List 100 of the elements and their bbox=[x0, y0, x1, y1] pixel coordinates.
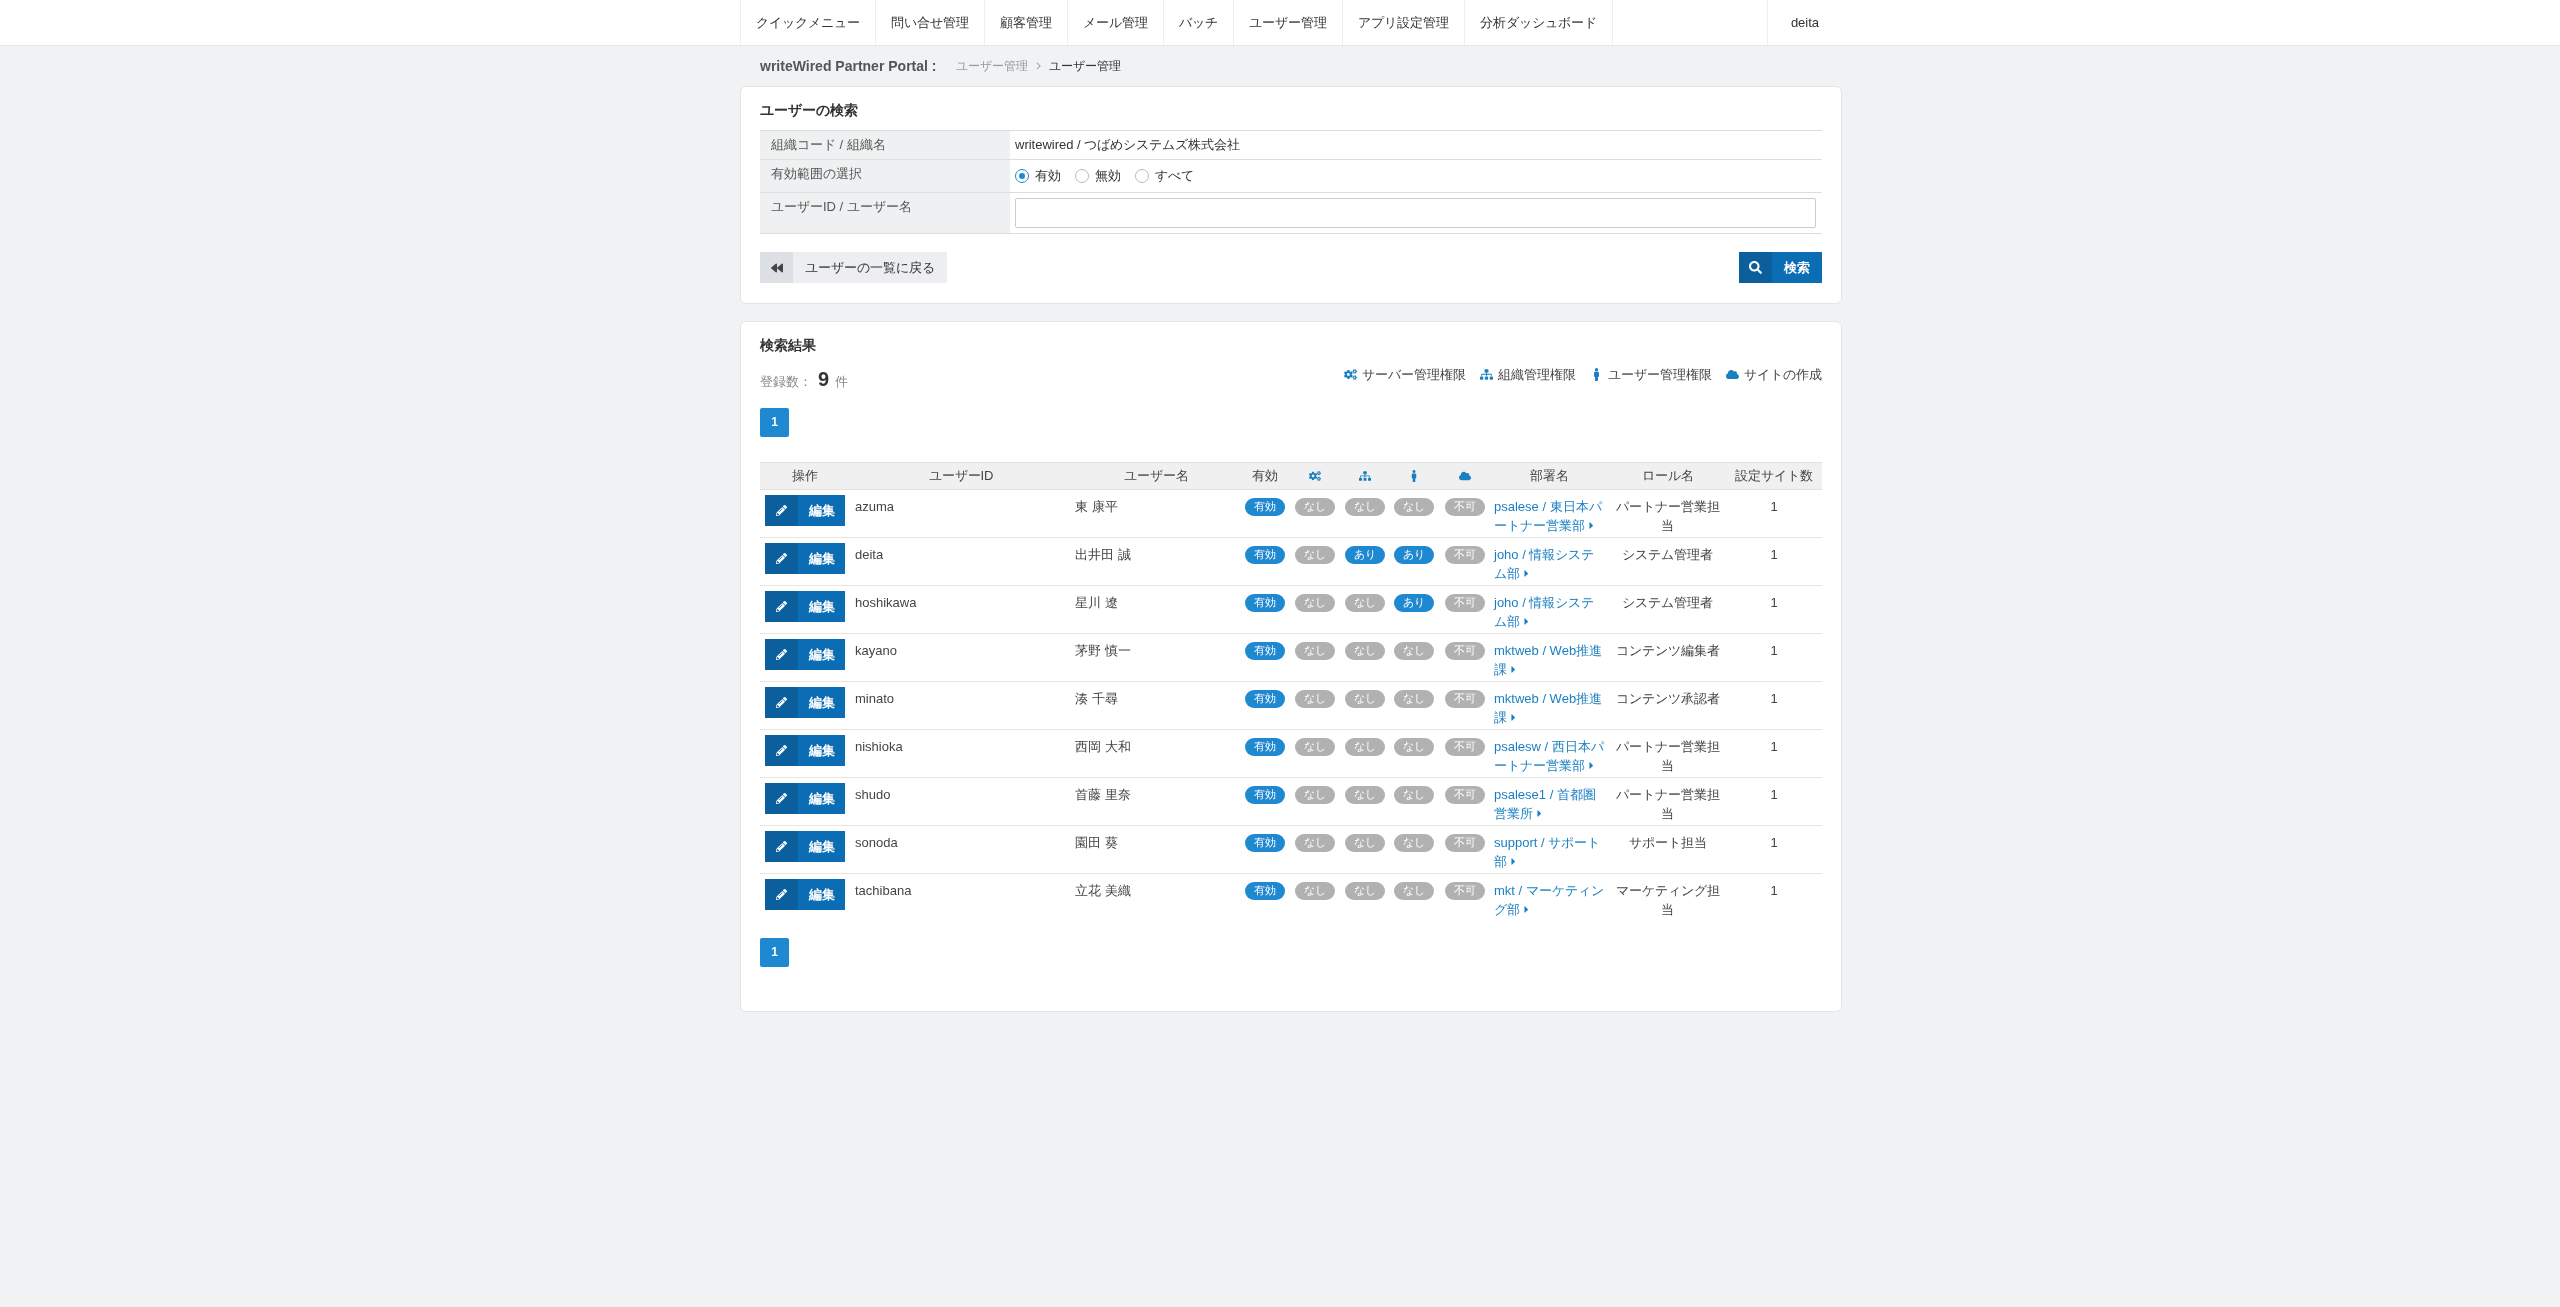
status-badge: なし bbox=[1394, 833, 1434, 852]
department-link[interactable]: mktweb / Web推進課 bbox=[1494, 688, 1604, 727]
user-name: 園田 葵 bbox=[1075, 834, 1118, 850]
field-label: ユーザーID / ユーザー名 bbox=[760, 193, 1010, 233]
search-button[interactable]: 検索 bbox=[1739, 252, 1822, 283]
status-badge: 不可 bbox=[1444, 785, 1485, 804]
nav-item[interactable]: クイックメニュー bbox=[740, 0, 875, 45]
status-badge: 不可 bbox=[1444, 833, 1485, 852]
site-count: 1 bbox=[1770, 546, 1778, 562]
department-link[interactable]: mktweb / Web推進課 bbox=[1494, 640, 1604, 679]
column-header: 設定サイト数 bbox=[1734, 466, 1814, 485]
legend-label: 組織管理権限 bbox=[1498, 365, 1576, 384]
breadcrumb-current[interactable]: ユーザー管理 bbox=[1049, 57, 1122, 75]
search-icon bbox=[1749, 261, 1762, 274]
role-name: コンテンツ編集者 bbox=[1614, 641, 1721, 660]
status-badge: 有効 bbox=[1244, 593, 1285, 612]
radio-option[interactable]: 有効 bbox=[1015, 167, 1061, 185]
column-header: ユーザーID bbox=[927, 466, 995, 485]
page-button[interactable]: 1 bbox=[760, 407, 789, 437]
edit-button[interactable]: 編集 bbox=[765, 878, 845, 910]
cloud-icon bbox=[1458, 469, 1471, 482]
radio-option[interactable]: すべて bbox=[1135, 167, 1194, 185]
status-badge: なし bbox=[1294, 833, 1335, 852]
user-name: 星川 遼 bbox=[1075, 594, 1118, 610]
status-badge: なし bbox=[1344, 497, 1385, 516]
department-link[interactable]: support / サポート部 bbox=[1494, 832, 1604, 871]
department-link[interactable]: joho / 情報システム部 bbox=[1494, 544, 1604, 583]
edit-button[interactable]: 編集 bbox=[765, 494, 845, 526]
nav-item[interactable]: 問い合せ管理 bbox=[875, 0, 984, 45]
status-badge: なし bbox=[1344, 737, 1385, 756]
status-badge: 不可 bbox=[1444, 497, 1485, 516]
edit-button[interactable]: 編集 bbox=[765, 782, 845, 814]
sitemap-icon bbox=[1480, 367, 1493, 381]
pencil-icon bbox=[776, 744, 787, 756]
radio-option[interactable]: 無効 bbox=[1075, 167, 1121, 185]
status-badge: あり bbox=[1394, 545, 1434, 564]
status-badge: 有効 bbox=[1244, 833, 1285, 852]
edit-button[interactable]: 編集 bbox=[765, 542, 845, 574]
edit-button[interactable]: 編集 bbox=[765, 590, 845, 622]
status-badge: 有効 bbox=[1244, 497, 1285, 516]
pencil-icon bbox=[776, 504, 787, 516]
status-badge: なし bbox=[1294, 593, 1335, 612]
user-name: 首藤 里奈 bbox=[1075, 786, 1131, 802]
department-link[interactable]: psalesw / 西日本パートナー営業部 bbox=[1494, 736, 1604, 775]
status-badge: なし bbox=[1344, 593, 1385, 612]
nav-item[interactable]: アプリ設定管理 bbox=[1342, 0, 1464, 45]
status-badge: 有効 bbox=[1244, 641, 1285, 660]
sitemap-icon bbox=[1358, 469, 1371, 482]
status-badge: 不可 bbox=[1444, 641, 1485, 660]
department-link[interactable]: psalese1 / 首都圏営業所 bbox=[1494, 784, 1604, 823]
back-button[interactable]: ユーザーの一覧に戻る bbox=[760, 252, 947, 283]
user-id: shudo bbox=[855, 786, 891, 802]
count-label: 登録数： bbox=[760, 373, 812, 391]
legend-label: サイトの作成 bbox=[1744, 365, 1822, 384]
nav-item[interactable]: ユーザー管理 bbox=[1233, 0, 1342, 45]
role-name: マーケティング担当 bbox=[1614, 881, 1721, 919]
nav-item[interactable]: メール管理 bbox=[1067, 0, 1163, 45]
panel-title: ユーザーの検索 bbox=[760, 101, 859, 120]
site-count: 1 bbox=[1770, 498, 1778, 514]
portal-title: writeWired Partner Portal : bbox=[760, 56, 937, 76]
site-count: 1 bbox=[1770, 786, 1778, 802]
edit-button[interactable]: 編集 bbox=[765, 734, 845, 766]
status-badge: 有効 bbox=[1244, 785, 1285, 804]
legend-label: ユーザー管理権限 bbox=[1608, 365, 1712, 384]
status-badge: 不可 bbox=[1444, 689, 1485, 708]
cloud-icon bbox=[1726, 367, 1739, 381]
status-badge: なし bbox=[1294, 689, 1335, 708]
site-count: 1 bbox=[1770, 738, 1778, 754]
department-link[interactable]: mkt / マーケティング部 bbox=[1494, 880, 1604, 919]
department-link[interactable]: psalese / 東日本パートナー営業部 bbox=[1494, 496, 1604, 535]
status-badge: なし bbox=[1294, 881, 1335, 900]
role-name: サポート担当 bbox=[1627, 833, 1708, 852]
status-badge: なし bbox=[1344, 641, 1385, 660]
user-id: deita bbox=[855, 546, 884, 562]
status-badge: あり bbox=[1394, 593, 1434, 612]
status-badge: 不可 bbox=[1444, 737, 1485, 756]
edit-button[interactable]: 編集 bbox=[765, 686, 845, 718]
status-badge: 有効 bbox=[1244, 545, 1285, 564]
user-name: 立花 美織 bbox=[1075, 882, 1131, 898]
pencil-icon bbox=[776, 888, 787, 900]
site-count: 1 bbox=[1770, 834, 1778, 850]
user-menu[interactable]: deita bbox=[1767, 0, 1842, 45]
chevron-right-icon bbox=[1036, 62, 1042, 70]
status-badge: 有効 bbox=[1244, 881, 1285, 900]
input-field[interactable] bbox=[1015, 198, 1816, 228]
column-header: 部署名 bbox=[1528, 466, 1570, 485]
edit-button[interactable]: 編集 bbox=[765, 830, 845, 862]
status-badge: 不可 bbox=[1444, 881, 1485, 900]
nav-item[interactable]: バッチ bbox=[1163, 0, 1233, 45]
role-name: システム管理者 bbox=[1621, 545, 1714, 564]
pencil-icon bbox=[776, 600, 787, 612]
nav-item[interactable]: 分析ダッシュボード bbox=[1464, 0, 1613, 45]
site-count: 1 bbox=[1770, 642, 1778, 658]
status-badge: なし bbox=[1344, 785, 1385, 804]
edit-button[interactable]: 編集 bbox=[765, 638, 845, 670]
department-link[interactable]: joho / 情報システム部 bbox=[1494, 592, 1604, 631]
page-button[interactable]: 1 bbox=[760, 937, 789, 967]
status-badge: なし bbox=[1394, 785, 1434, 804]
site-count: 1 bbox=[1770, 690, 1778, 706]
nav-item[interactable]: 顧客管理 bbox=[984, 0, 1067, 45]
